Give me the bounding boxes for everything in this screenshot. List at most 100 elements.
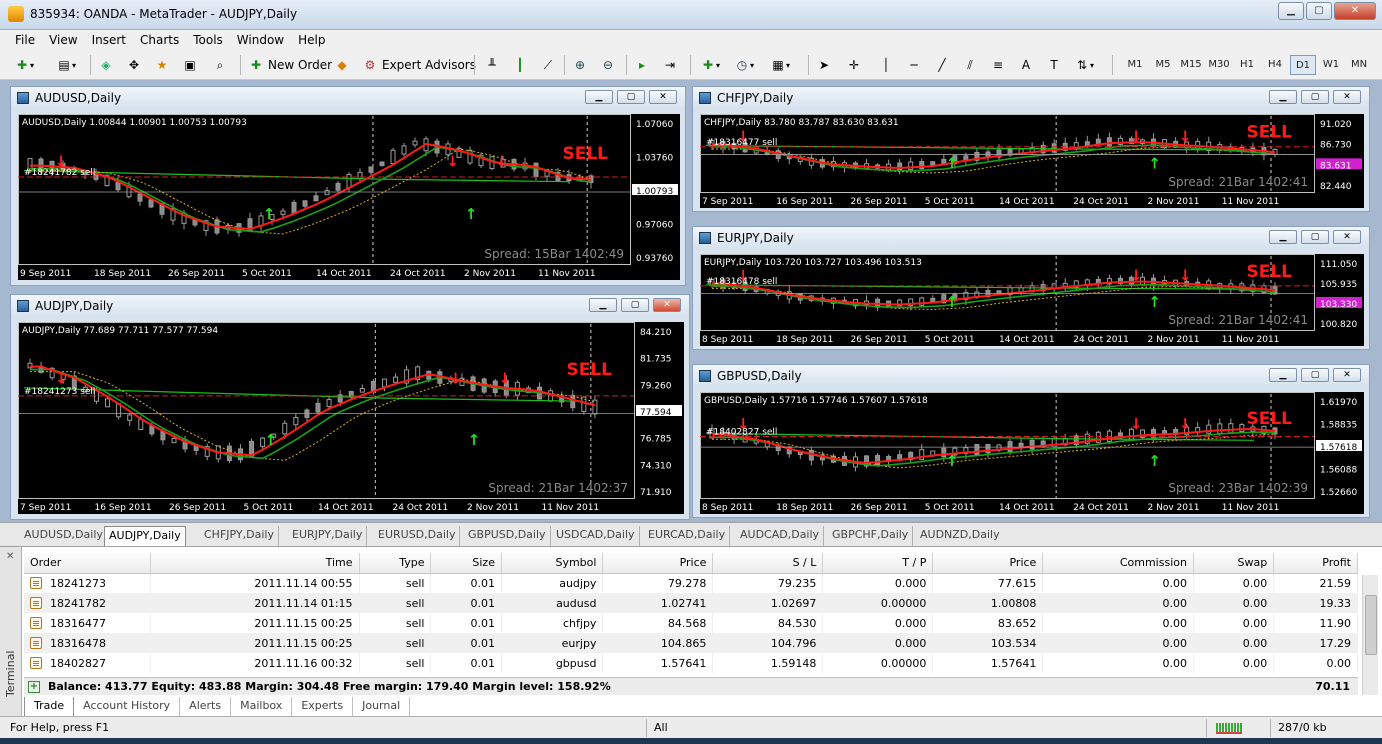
bar-chart-button[interactable]: ╨ [484, 56, 500, 74]
equidistant-channel-button[interactable]: ⫽ [962, 56, 978, 74]
close-button[interactable]: ✕ [1333, 368, 1361, 382]
new-chart-button[interactable]: ✚ ▾ [14, 56, 34, 74]
close-button[interactable]: ✕ [1333, 90, 1361, 104]
tab-experts[interactable]: Experts [292, 697, 354, 717]
tab-alerts[interactable]: Alerts [180, 697, 232, 717]
menu-help[interactable]: Help [291, 30, 332, 50]
timeframe-mn[interactable]: MN [1346, 55, 1372, 75]
crosshair-button[interactable]: ✛ [846, 56, 862, 74]
column-header[interactable]: Time [150, 553, 360, 574]
fibonacci-button[interactable]: ≡ [990, 56, 1006, 74]
auto-scroll-button[interactable]: ▸ [634, 56, 650, 74]
chart-window-audusd[interactable]: AUDUSD,Daily ▁ ▢ ✕ ↓ ↓ ↓ ↑ ↑ AUDUSD,Daily 1.008… [10, 86, 686, 286]
order-row[interactable]: 18402827 2011.11.16 00:32 sell 0.01 gbpusd 1.… [24, 653, 1358, 673]
data-window-button[interactable]: ✥ [126, 56, 142, 74]
maximize-button[interactable]: ▢ [1306, 2, 1332, 20]
chart-window-gbpusd[interactable]: GBPUSD,Daily ▁ ▢ ✕ ↓ ↓ ↓ ↑ ↑ GBPUSD,Daily 1.577… [692, 364, 1370, 518]
menu-file[interactable]: File [8, 30, 42, 50]
zoom-out-button[interactable]: ⊖ [600, 56, 616, 74]
column-header[interactable]: Symbol [501, 553, 604, 574]
maximize-button[interactable]: ▢ [617, 90, 645, 104]
tab-audusd[interactable]: AUDUSD,Daily [20, 526, 108, 546]
minimize-button[interactable]: ▁ [589, 298, 617, 312]
timeframe-m1[interactable]: M1 [1122, 55, 1148, 75]
expert-advisors-button[interactable]: ⚙ Expert Advisors [362, 56, 476, 74]
price-chart[interactable]: ↓ ↓ ↓↑ ↑EURJPY,Daily 103.720 103.727 103.49… [700, 254, 1364, 346]
tab-eurusd[interactable]: EURUSD,Daily [374, 526, 461, 546]
timeframe-h1[interactable]: H1 [1234, 55, 1260, 75]
tab-audjpy[interactable]: AUDJPY,Daily [104, 526, 186, 546]
vertical-line-button[interactable]: │ [878, 56, 894, 74]
price-chart[interactable]: ↓ ↓ ↓↑ ↑GBPUSD,Daily 1.57716 1.57746 1.5760… [700, 392, 1364, 514]
vertical-scrollbar[interactable] [1362, 575, 1378, 695]
timeframe-h4[interactable]: H4 [1262, 55, 1288, 75]
periods-button[interactable]: ◷ ▾ [734, 56, 754, 74]
order-row[interactable]: 18241782 2011.11.14 01:15 sell 0.01 audusd 1.… [24, 593, 1358, 613]
text-label-button[interactable]: T [1046, 56, 1062, 74]
templates-button[interactable]: ▦ ▾ [770, 56, 790, 74]
maximize-button[interactable]: ▢ [1301, 230, 1329, 244]
price-chart[interactable]: ↓ ↓ ↓↑ ↑CHFJPY,Daily 83.780 83.787 83.630 8… [700, 114, 1364, 208]
new-order-button[interactable]: ✚ New Order [248, 56, 332, 74]
column-header[interactable]: Price [932, 553, 1044, 574]
chart-shift-button[interactable]: ⇥ [662, 56, 678, 74]
menu-charts[interactable]: Charts [133, 30, 186, 50]
column-header[interactable]: Order [24, 553, 151, 574]
column-header[interactable]: Size [430, 553, 502, 574]
minimize-button[interactable]: ▁ [585, 90, 613, 104]
tab-gbpusd[interactable]: GBPUSD,Daily [464, 526, 551, 546]
column-header[interactable]: T / P [822, 553, 934, 574]
minimize-button[interactable]: ▁ [1269, 230, 1297, 244]
column-header[interactable]: Price [602, 553, 714, 574]
text-button[interactable]: A [1018, 56, 1034, 74]
maximize-button[interactable]: ▢ [1301, 90, 1329, 104]
order-row[interactable]: 18241273 2011.11.14 00:55 sell 0.01 audjpy 79… [24, 573, 1358, 593]
menu-insert[interactable]: Insert [85, 30, 133, 50]
line-chart-button[interactable]: ⟋ [540, 56, 556, 74]
close-button[interactable]: ✕ [653, 298, 681, 312]
tab-audcad[interactable]: AUDCAD,Daily [736, 526, 825, 546]
tab-journal[interactable]: Journal [353, 697, 411, 717]
minimize-button[interactable]: ▁ [1278, 2, 1304, 20]
tab-chfjpy[interactable]: CHFJPY,Daily [200, 526, 279, 546]
tab-audnzd[interactable]: AUDNZD,Daily [916, 526, 1004, 546]
trendline-button[interactable]: ╱ [934, 56, 950, 74]
tab-trade[interactable]: Trade [24, 697, 75, 717]
scrollbar-thumb[interactable] [1365, 595, 1377, 655]
tab-usdcad[interactable]: USDCAD,Daily [552, 526, 640, 546]
metaeditor-button[interactable]: ◆ [334, 56, 350, 74]
minimize-button[interactable]: ▁ [1269, 368, 1297, 382]
chart-window-chfjpy[interactable]: CHFJPY,Daily ▁ ▢ ✕ ↓ ↓ ↓ ↑ ↑ CHFJPY,Daily 83.78… [692, 86, 1370, 212]
price-chart[interactable]: ↓ ↓ ↓↑ ↑AUDUSD,Daily 1.00844 1.00901 1.0075… [18, 114, 680, 280]
candlestick-button[interactable]: ┃ [512, 56, 528, 74]
column-header[interactable]: Type [359, 553, 432, 574]
chart-window-audjpy[interactable]: AUDJPY,Daily ▁ ▢ ✕ ↓ ↓ ↓ ↑ ↑ AUDJPY,Daily 77.68… [10, 294, 690, 520]
tab-eurcad[interactable]: EURCAD,Daily [644, 526, 731, 546]
tab-gbpchf[interactable]: GBPCHF,Daily [828, 526, 914, 546]
arrows-button[interactable]: ⇅ ▾ [1074, 56, 1094, 74]
close-icon[interactable]: ✕ [6, 551, 14, 562]
market-watch-button[interactable]: ◈ [98, 56, 114, 74]
close-button[interactable]: ✕ [649, 90, 677, 104]
timeframe-m5[interactable]: M5 [1150, 55, 1176, 75]
timeframe-m15[interactable]: M15 [1178, 55, 1204, 75]
zoom-in-button[interactable]: ⊕ [572, 56, 588, 74]
terminal-button[interactable]: ▣ [182, 56, 198, 74]
column-header[interactable]: Commission [1042, 553, 1194, 574]
navigator-button[interactable]: ★ [154, 56, 170, 74]
profiles-button[interactable]: ▤ ▾ [56, 56, 76, 74]
column-header[interactable]: Profit [1273, 553, 1358, 574]
close-button[interactable]: ✕ [1333, 230, 1361, 244]
menu-window[interactable]: Window [230, 30, 291, 50]
menu-view[interactable]: View [42, 30, 84, 50]
price-chart[interactable]: ↓ ↓ ↓ ↑ ↑ AUDJPY,Daily 77.689 77.711 77.577 7… [18, 322, 684, 514]
chart-window-eurjpy[interactable]: EURJPY,Daily ▁ ▢ ✕ ↓ ↓ ↓ ↑ ↑ EURJPY,Daily 103.7… [692, 226, 1370, 350]
maximize-button[interactable]: ▢ [621, 298, 649, 312]
order-row[interactable]: 18316477 2011.11.15 00:25 sell 0.01 chfjpy 84… [24, 613, 1358, 633]
order-row[interactable]: 18316478 2011.11.15 00:25 sell 0.01 eurjpy 10… [24, 633, 1358, 653]
horizontal-line-button[interactable]: ─ [906, 56, 922, 74]
close-button[interactable]: ✕ [1334, 2, 1376, 20]
column-header[interactable]: S / L [712, 553, 824, 574]
column-header[interactable]: Swap [1193, 553, 1275, 574]
maximize-button[interactable]: ▢ [1301, 368, 1329, 382]
